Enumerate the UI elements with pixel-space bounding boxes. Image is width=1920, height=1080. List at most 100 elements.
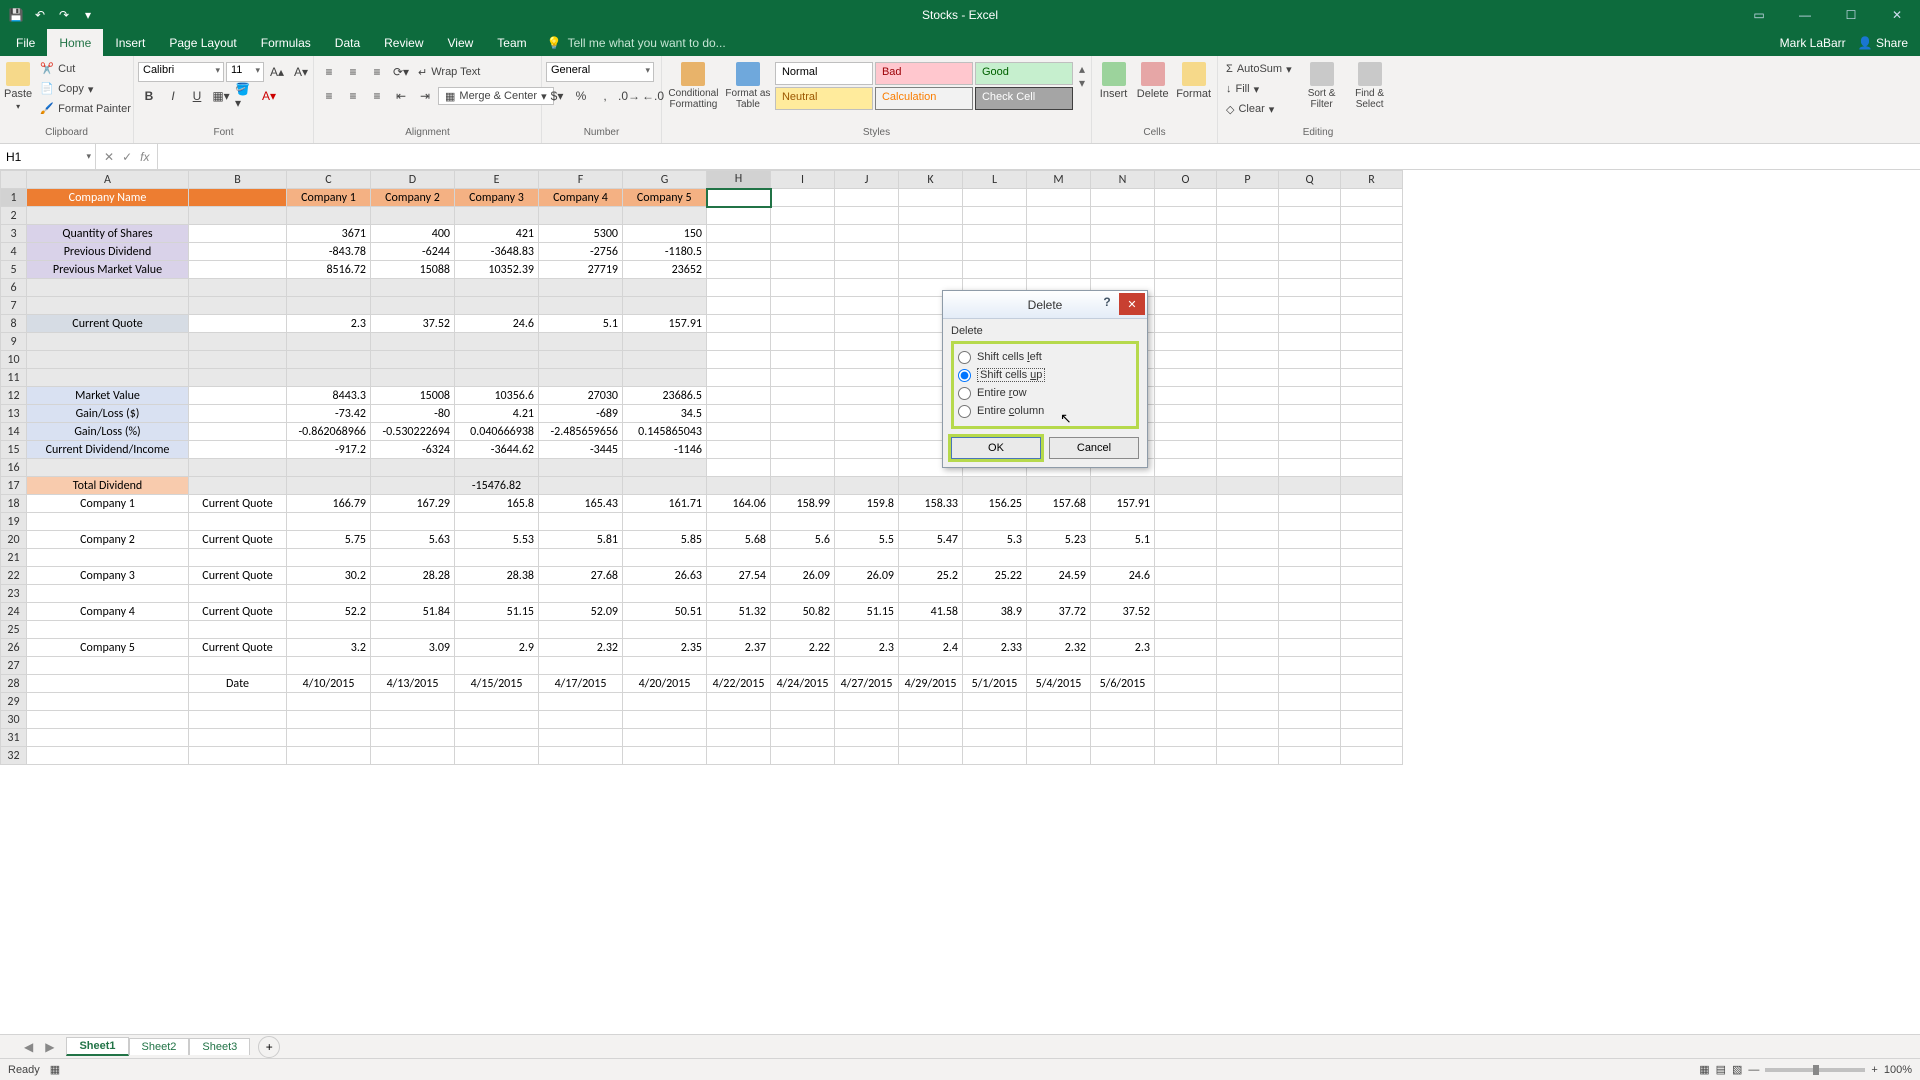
clear-button[interactable]: ◇Clear ▾: [1222, 100, 1296, 118]
cell-E3[interactable]: 421: [455, 225, 539, 243]
cell-L32[interactable]: [963, 747, 1027, 765]
cell-R23[interactable]: [1341, 585, 1403, 603]
cell-L2[interactable]: [963, 207, 1027, 225]
col-header-R[interactable]: R: [1341, 171, 1403, 189]
cell-F27[interactable]: [539, 657, 623, 675]
cell-H15[interactable]: [707, 441, 771, 459]
col-header-D[interactable]: D: [371, 171, 455, 189]
cell-M23[interactable]: [1027, 585, 1091, 603]
cell-M2[interactable]: [1027, 207, 1091, 225]
cell-P22[interactable]: [1217, 567, 1279, 585]
cell-C29[interactable]: [287, 693, 371, 711]
row-header-14[interactable]: 14: [1, 423, 27, 441]
cell-I19[interactable]: [771, 513, 835, 531]
col-header-Q[interactable]: Q: [1279, 171, 1341, 189]
cell-R19[interactable]: [1341, 513, 1403, 531]
cell-O28[interactable]: [1155, 675, 1217, 693]
cell-J26[interactable]: 2.3: [835, 639, 899, 657]
cell-C21[interactable]: [287, 549, 371, 567]
cell-J1[interactable]: [835, 189, 899, 207]
cell-J10[interactable]: [835, 351, 899, 369]
cell-I2[interactable]: [771, 207, 835, 225]
cell-Q25[interactable]: [1279, 621, 1341, 639]
zoom-slider[interactable]: [1765, 1068, 1865, 1072]
cell-I3[interactable]: [771, 225, 835, 243]
cell-O22[interactable]: [1155, 567, 1217, 585]
col-header-B[interactable]: B: [189, 171, 287, 189]
cell-D28[interactable]: 4/13/2015: [371, 675, 455, 693]
cell-A23[interactable]: [27, 585, 189, 603]
row-header-4[interactable]: 4: [1, 243, 27, 261]
cell-E24[interactable]: 51.15: [455, 603, 539, 621]
style-normal[interactable]: Normal: [775, 62, 873, 85]
cell-G8[interactable]: 157.91: [623, 315, 707, 333]
cell-D4[interactable]: -6244: [371, 243, 455, 261]
cell-G21[interactable]: [623, 549, 707, 567]
formula-bar[interactable]: [158, 144, 1920, 169]
cell-Q24[interactable]: [1279, 603, 1341, 621]
row-header-7[interactable]: 7: [1, 297, 27, 315]
col-header-F[interactable]: F: [539, 171, 623, 189]
cell-G19[interactable]: [623, 513, 707, 531]
radio-shift-up[interactable]: Shift cells up: [958, 366, 1132, 384]
view-normal-icon[interactable]: ▦: [1699, 1063, 1709, 1076]
style-neutral[interactable]: Neutral: [775, 87, 873, 110]
cell-A13[interactable]: Gain/Loss ($): [27, 405, 189, 423]
cell-I27[interactable]: [771, 657, 835, 675]
cell-J31[interactable]: [835, 729, 899, 747]
cell-B2[interactable]: [189, 207, 287, 225]
cell-C8[interactable]: 2.3: [287, 315, 371, 333]
cell-E16[interactable]: [455, 459, 539, 477]
insert-cells-button[interactable]: Insert: [1096, 58, 1131, 100]
col-header-M[interactable]: M: [1027, 171, 1091, 189]
cell-M22[interactable]: 24.59: [1027, 567, 1091, 585]
delete-cells-button[interactable]: Delete: [1135, 58, 1170, 100]
cell-E5[interactable]: 10352.39: [455, 261, 539, 279]
align-center-icon[interactable]: ≡: [342, 86, 364, 106]
minimize-icon[interactable]: —: [1782, 0, 1828, 29]
cell-H9[interactable]: [707, 333, 771, 351]
cell-D12[interactable]: 15008: [371, 387, 455, 405]
cell-P30[interactable]: [1217, 711, 1279, 729]
row-header-16[interactable]: 16: [1, 459, 27, 477]
cell-P11[interactable]: [1217, 369, 1279, 387]
ribbon-options-icon[interactable]: ▭: [1736, 0, 1782, 29]
cell-P19[interactable]: [1217, 513, 1279, 531]
cell-O23[interactable]: [1155, 585, 1217, 603]
cell-O20[interactable]: [1155, 531, 1217, 549]
cell-Q12[interactable]: [1279, 387, 1341, 405]
cell-N31[interactable]: [1091, 729, 1155, 747]
cell-I31[interactable]: [771, 729, 835, 747]
cell-P26[interactable]: [1217, 639, 1279, 657]
row-header-24[interactable]: 24: [1, 603, 27, 621]
cell-G3[interactable]: 150: [623, 225, 707, 243]
cell-M5[interactable]: [1027, 261, 1091, 279]
tab-data[interactable]: Data: [323, 29, 372, 56]
cell-I11[interactable]: [771, 369, 835, 387]
cell-G23[interactable]: [623, 585, 707, 603]
cell-R13[interactable]: [1341, 405, 1403, 423]
cell-P24[interactable]: [1217, 603, 1279, 621]
cell-E13[interactable]: 4.21: [455, 405, 539, 423]
cell-P7[interactable]: [1217, 297, 1279, 315]
cell-K23[interactable]: [899, 585, 963, 603]
cell-A6[interactable]: [27, 279, 189, 297]
cell-D21[interactable]: [371, 549, 455, 567]
row-header-21[interactable]: 21: [1, 549, 27, 567]
cell-K29[interactable]: [899, 693, 963, 711]
cell-C20[interactable]: 5.75: [287, 531, 371, 549]
increase-decimal-icon[interactable]: .0→: [618, 86, 640, 106]
cell-C4[interactable]: -843.78: [287, 243, 371, 261]
cell-B13[interactable]: [189, 405, 287, 423]
cell-I26[interactable]: 2.22: [771, 639, 835, 657]
indent-dec-icon[interactable]: ⇤: [390, 86, 412, 106]
cell-H25[interactable]: [707, 621, 771, 639]
cell-F6[interactable]: [539, 279, 623, 297]
row-header-6[interactable]: 6: [1, 279, 27, 297]
cell-Q15[interactable]: [1279, 441, 1341, 459]
cell-N1[interactable]: [1091, 189, 1155, 207]
cell-D3[interactable]: 400: [371, 225, 455, 243]
cell-D19[interactable]: [371, 513, 455, 531]
cell-Q11[interactable]: [1279, 369, 1341, 387]
cell-A10[interactable]: [27, 351, 189, 369]
